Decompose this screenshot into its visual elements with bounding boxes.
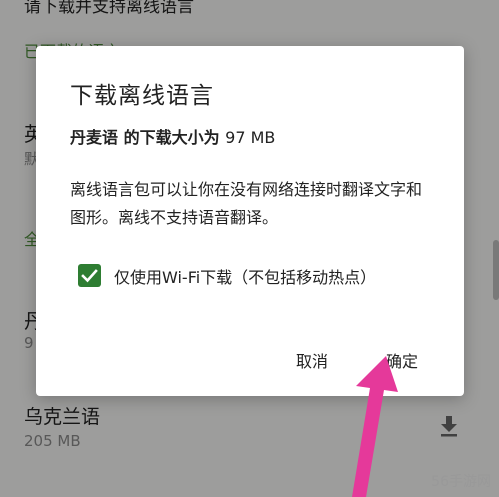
watermark: 56手游网 <box>431 474 491 490</box>
annotation-arrow-icon <box>352 356 398 497</box>
